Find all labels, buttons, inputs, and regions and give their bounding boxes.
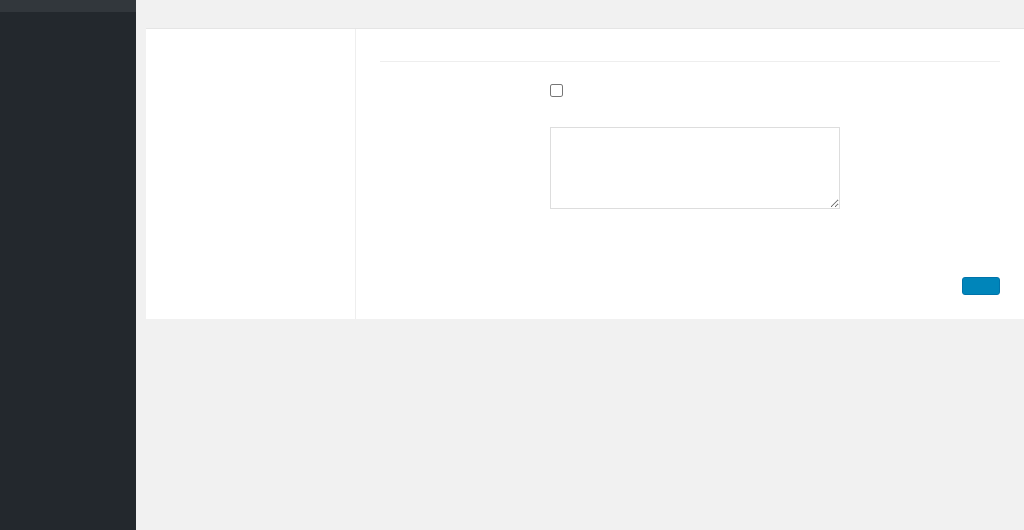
actions — [380, 277, 1000, 295]
page-title — [136, 0, 1024, 28]
field-keywords — [550, 127, 1000, 221]
settings-panel — [146, 28, 1024, 319]
label-enable — [380, 84, 550, 103]
save-button[interactable] — [962, 277, 1000, 295]
field-enable — [550, 84, 1000, 103]
label-filter — [380, 245, 550, 247]
enable-checkbox[interactable] — [550, 84, 563, 97]
row-enable — [380, 84, 1000, 103]
row-keywords — [380, 127, 1000, 221]
content-heading — [380, 47, 1000, 62]
keywords-textarea[interactable] — [550, 127, 840, 209]
row-filter — [380, 245, 1000, 247]
admin-sidebar — [0, 0, 136, 530]
settings-tabs — [146, 29, 356, 319]
settings-content — [356, 29, 1024, 319]
main-area — [136, 0, 1024, 530]
enable-checkbox-wrap[interactable] — [550, 84, 1000, 97]
field-filter — [550, 245, 1000, 247]
label-keywords — [380, 127, 550, 221]
